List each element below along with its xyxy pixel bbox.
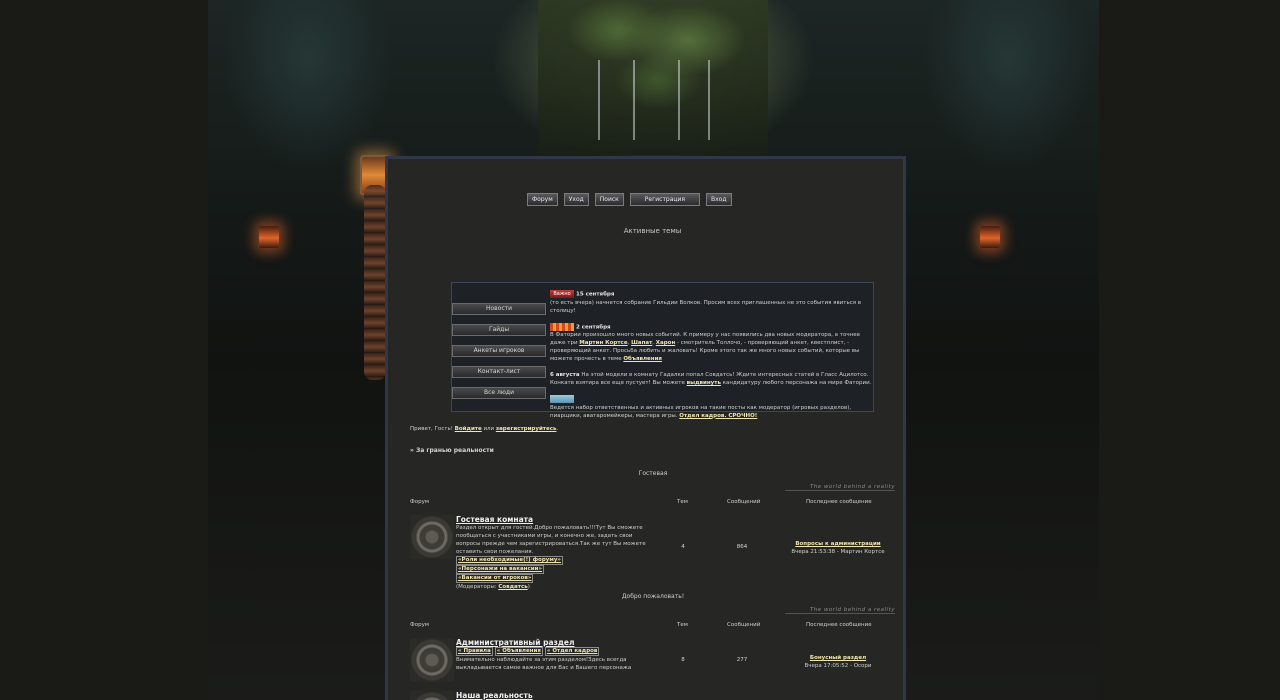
last-post-meta: Вчера 21:53:38 - Мартин Кортсе — [791, 549, 885, 555]
news-item: Важно 15 сентября (то есть вчера) начнетс… — [550, 290, 872, 315]
forum-icon — [410, 638, 454, 682]
forum-row: Гостевая комната Раздел открыт для госте… — [408, 515, 898, 590]
category-title: Гостевая — [638, 470, 668, 477]
news-body: (то есть вчера) начнется собрание Гильди… — [550, 299, 862, 314]
col-last: Последнее сообщение — [806, 499, 872, 505]
moderator-link[interactable]: Харон — [656, 340, 675, 346]
nav-search-button[interactable]: Поиск — [594, 192, 624, 206]
page-side-left — [0, 0, 208, 700]
nominate-link[interactable]: выдвинуть — [687, 380, 721, 386]
news-item: Ведется набор ответственных и активных и… — [550, 395, 872, 420]
news-badge-icon — [550, 322, 574, 331]
forum-row: Административный раздел « Правила « Объяв… — [408, 638, 898, 686]
col-topics: Тем — [677, 499, 688, 505]
table-header: Форум Тем Сообщений Последнее сообщение — [410, 622, 900, 630]
news-menu-item[interactable]: Контакт-лист — [452, 366, 546, 378]
news-menu-item[interactable]: Все люди — [452, 387, 546, 399]
waterfall-line — [598, 60, 600, 140]
col-posts: Сообщений — [727, 622, 761, 628]
tree-artwork — [538, 0, 768, 155]
nav-register-button[interactable]: Регистрация — [629, 192, 701, 206]
welcome-line: Привет, Гость! Войдите или зарегистрируй… — [410, 426, 558, 432]
waterfall-line — [708, 60, 710, 140]
news-body: кандидатуру любого персонажа на мире Фат… — [722, 380, 872, 386]
forum-title-link[interactable]: Административный раздел — [456, 638, 575, 647]
forum-row: Наша реальность — [408, 691, 898, 700]
top-navigation: Форум Уход Поиск Регистрация Вход — [527, 192, 777, 206]
news-date: 6 августа — [550, 372, 580, 378]
register-link[interactable]: зарегистрируйтесь — [496, 426, 557, 432]
waterfall-line — [633, 60, 635, 140]
welcome-prefix: Привет, Гость! — [410, 426, 453, 432]
posts-count: 277 — [736, 657, 748, 663]
news-item: 2 сентября В Фатории произошло много нов… — [550, 322, 860, 362]
category-ornament: The world behind a reality — [785, 593, 895, 614]
last-post-meta: Вчера 17:05:52 - Осори — [804, 663, 872, 669]
news-menu-item[interactable]: Гайды — [452, 324, 546, 336]
table-header: Форум Тем Сообщений Последнее сообщение — [410, 499, 900, 507]
forum-title-link[interactable]: Гостевая комната — [456, 515, 533, 524]
col-forum: Форум — [410, 499, 429, 505]
forum-description: Раздел открыт для гостей.Добро пожаловат… — [456, 524, 646, 591]
category-ornament: The world behind a reality — [785, 470, 895, 491]
active-topics-title: Активные темы — [623, 227, 682, 235]
last-post: Бонусный раздел Вчера 17:05:52 - Осори — [778, 654, 898, 670]
last-post: Вопросы к администрации Вчера 21:53:38 -… — [778, 540, 898, 556]
news-menu-item[interactable]: Новости — [452, 303, 546, 315]
breadcrumb[interactable]: » За гранью реальности — [410, 447, 494, 454]
subforum-link[interactable]: «Персонажи на вакансии» — [456, 565, 544, 574]
page-side-right — [1099, 0, 1280, 700]
subforum-link[interactable]: «Роли необходимые(!) форуму» — [456, 556, 563, 565]
news-item: 6 августа На этой модели в комнату Гадал… — [550, 371, 872, 387]
moderators-label: (Модераторы: — [456, 584, 497, 590]
news-menu: Новости Гайды Анкеты игроков Контакт-лис… — [452, 303, 546, 408]
moderator-link[interactable]: Шапат — [631, 340, 652, 346]
subforum-link[interactable]: « Объявления — [494, 647, 543, 656]
welcome-or: или — [483, 426, 495, 432]
nav-forum-button[interactable]: Форум — [527, 192, 558, 206]
news-date: 2 сентября — [576, 324, 611, 330]
chain-ornament — [364, 185, 386, 380]
moderators: (Модераторы: Совдатсь) — [456, 584, 530, 590]
nav-login-button[interactable]: Вход — [706, 192, 732, 206]
subforum-link[interactable]: «Вакансии от игроков» — [456, 574, 534, 583]
col-topics: Тем — [677, 622, 688, 628]
news-text: Важно 15 сентября (то есть вчера) начнетс… — [550, 290, 872, 428]
moderator-link[interactable]: Мартин Кортсе — [579, 340, 627, 346]
subforum-link[interactable]: « Отдел кадров — [544, 647, 600, 656]
login-link[interactable]: Войдите — [455, 426, 482, 432]
topics-count: 4 — [681, 544, 685, 550]
topics-count: 8 — [681, 657, 685, 663]
forum-desc-text: Внимательно наблюдайте за этим разделом!… — [456, 657, 632, 671]
news-menu-item[interactable]: Анкеты игроков — [452, 345, 546, 357]
forum-description: « Правила « Объявления « Отдел кадров Вним… — [456, 647, 646, 672]
posts-count: 864 — [736, 544, 748, 550]
forum-icon — [410, 691, 454, 700]
forum-icon — [410, 515, 454, 559]
col-forum: Форум — [410, 622, 429, 628]
category-title: Добро пожаловать! — [621, 593, 685, 600]
important-badge: Важно — [550, 290, 574, 298]
col-posts: Сообщений — [727, 499, 761, 505]
welcome-dot: . — [556, 426, 559, 432]
last-post-link[interactable]: Бонусный раздел — [810, 655, 866, 661]
col-last: Последнее сообщение — [806, 622, 872, 628]
nav-logout-button[interactable]: Уход — [563, 192, 589, 206]
hr-link[interactable]: Отдел кадров. СРОЧНО! — [679, 413, 757, 419]
announcements-link[interactable]: Объявления — [623, 356, 662, 362]
lantern-left-icon — [259, 226, 279, 248]
last-post-link[interactable]: Вопросы к администрации — [795, 541, 880, 547]
waterfall-line — [678, 60, 680, 140]
lantern-right-icon — [980, 226, 1000, 248]
moderator-link[interactable]: Совдатсь — [498, 584, 527, 590]
moderators-end: ) — [527, 584, 530, 590]
news-badge-icon — [550, 395, 574, 403]
news-date: 15 сентября — [576, 291, 615, 298]
forum-desc-text: Раздел открыт для гостей.Добро пожаловат… — [456, 525, 646, 555]
forum-title-link[interactable]: Наша реальность — [456, 691, 533, 700]
subforum-link[interactable]: « Правила — [456, 647, 493, 656]
